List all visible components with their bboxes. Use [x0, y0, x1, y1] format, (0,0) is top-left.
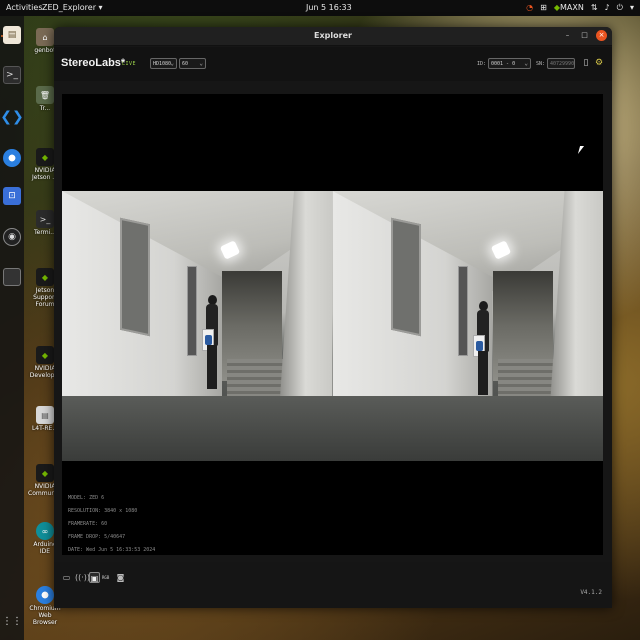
dock: ▤ >_ ❮❯ ⊡ ◉ ⋮⋮ — [0, 16, 24, 640]
info-frame-drop: FRAME DROP: 5/40647 — [68, 534, 126, 540]
nvidia-icon: ◆ — [36, 268, 54, 286]
video-mode-icon[interactable]: ▣ — [89, 572, 100, 583]
settings-gear-icon[interactable]: ⚙ — [594, 58, 604, 69]
hallway-window — [457, 266, 468, 356]
camera-info-overlay: MODEL: ZED 6 RESOLUTION: 3840 x 1080 FRA… — [68, 492, 155, 557]
chevron-down-icon: ⌄ — [524, 60, 528, 67]
serial-number-value: 40729990 — [550, 61, 575, 67]
serial-number-field: 40729990 — [547, 58, 575, 69]
nvidia-icon: ◆ — [36, 346, 54, 364]
chevron-down-icon: ⌄ — [199, 60, 203, 67]
terminal-icon: >_ — [36, 210, 54, 228]
update-icon[interactable]: ◔ — [526, 2, 533, 14]
serial-number-label: SN: — [536, 61, 546, 67]
record-toggle-icon[interactable]: ▯ — [581, 58, 591, 69]
chromium-icon[interactable] — [3, 149, 21, 167]
nvidia-icon: ◆ — [36, 148, 54, 166]
power-icon[interactable]: ⏻ — [617, 2, 623, 14]
trash-icon: 🗑 — [36, 86, 54, 104]
menu-chevron-icon[interactable]: ▾ — [630, 2, 634, 14]
bottom-toolbar: ▭ ((·)) ▣ RGB ◙ V4.1.2 — [54, 562, 612, 608]
left-camera-image — [62, 191, 333, 461]
screenshot-tool-icon[interactable]: ⊡ — [3, 187, 21, 205]
window-title: Explorer — [314, 31, 352, 40]
camera-id-select[interactable]: 0001 - 0 ⌄ — [488, 58, 531, 69]
files-icon[interactable]: ▤ — [3, 26, 21, 44]
hallway-window — [120, 217, 150, 337]
live-indicator: LIVE — [122, 61, 137, 67]
resolution-select[interactable]: HD1080 ⌄ — [150, 58, 177, 69]
person-legs — [477, 351, 488, 395]
home-folder-icon: ⌂ — [36, 28, 54, 46]
app-menu[interactable]: ZED_Explorer ▾ — [42, 3, 103, 12]
right-camera-image — [332, 191, 603, 461]
info-model: MODEL: ZED 6 — [68, 495, 105, 501]
chevron-down-icon: ⌄ — [170, 60, 174, 67]
app-toolbar: StereoLabs* LIVE HD1080 ⌄ 60 ⌄ ID: 0001 … — [54, 47, 612, 81]
maximize-button[interactable]: □ — [579, 30, 590, 41]
nvidia-mode-icon[interactable]: ◆MAXN — [554, 2, 584, 14]
version-label: V4.1.2 — [580, 589, 602, 596]
window-titlebar[interactable]: Explorer – □ × — [54, 27, 612, 46]
chromium-icon — [36, 586, 54, 604]
fps-select[interactable]: 60 ⌄ — [179, 58, 206, 69]
info-resolution: RESOLUTION: 3840 x 1080 — [68, 508, 138, 514]
terminal-icon[interactable]: >_ — [3, 66, 21, 84]
volume-icon[interactable]: ♪ — [605, 2, 610, 14]
folder-icon[interactable]: ▭ — [61, 572, 72, 583]
arduino-icon: ∞ — [36, 522, 54, 540]
brand-logo: StereoLabs* — [61, 57, 126, 69]
system-tray[interactable]: ◔ ⊞ ◆MAXN ⇅ ♪ ⏻ ▾ — [526, 2, 634, 14]
system-top-bar: Activities ZED_Explorer ▾ Jun 5 16:33 ◔ … — [0, 0, 640, 16]
zed-explorer-icon[interactable] — [3, 268, 21, 286]
camera-id-value: 0001 - 0 — [491, 61, 516, 67]
view-mode-label: RGB — [102, 575, 110, 580]
running-indicator — [1, 35, 3, 37]
hallway-window — [187, 266, 197, 356]
explorer-window: Explorer – □ × StereoLabs* LIVE HD1080 ⌄… — [54, 27, 612, 608]
obs-icon[interactable]: ◉ — [3, 228, 21, 246]
nvidia-icon: ◆ — [36, 464, 54, 482]
desktop-icon-label: Chromium Web Browser — [29, 605, 61, 626]
vscode-icon[interactable]: ❮❯ — [0, 108, 23, 126]
info-date: DATE: Wed Jun 5 16:33:53 2024 — [68, 547, 156, 553]
camera-viewer[interactable]: MODEL: ZED 6 RESOLUTION: 3840 x 1080 FRA… — [62, 94, 603, 555]
camera-id-label: ID: — [477, 61, 487, 67]
document-icon: ▤ — [36, 406, 54, 424]
minimize-button[interactable]: – — [562, 30, 573, 41]
resolution-value: HD1080 — [153, 61, 172, 67]
stereo-image-pair — [62, 191, 603, 461]
activities-button[interactable]: Activities — [6, 3, 43, 12]
hallway-window — [390, 217, 421, 337]
person-legs — [207, 345, 217, 389]
network-icon[interactable]: ⇅ — [591, 2, 598, 14]
extensions-icon[interactable]: ⊞ — [540, 2, 547, 14]
power-mode-label: MAXN — [560, 3, 584, 12]
show-apps-icon[interactable]: ⋮⋮ — [2, 612, 22, 630]
fps-value: 60 — [182, 61, 189, 67]
camera-snapshot-icon[interactable]: ◙ — [115, 572, 126, 583]
clock[interactable]: Jun 5 16:33 — [306, 3, 352, 12]
close-button[interactable]: × — [596, 30, 607, 41]
stream-icon[interactable]: ((·)) — [75, 572, 90, 583]
info-framerate: FRAMERATE: 60 — [68, 521, 108, 527]
